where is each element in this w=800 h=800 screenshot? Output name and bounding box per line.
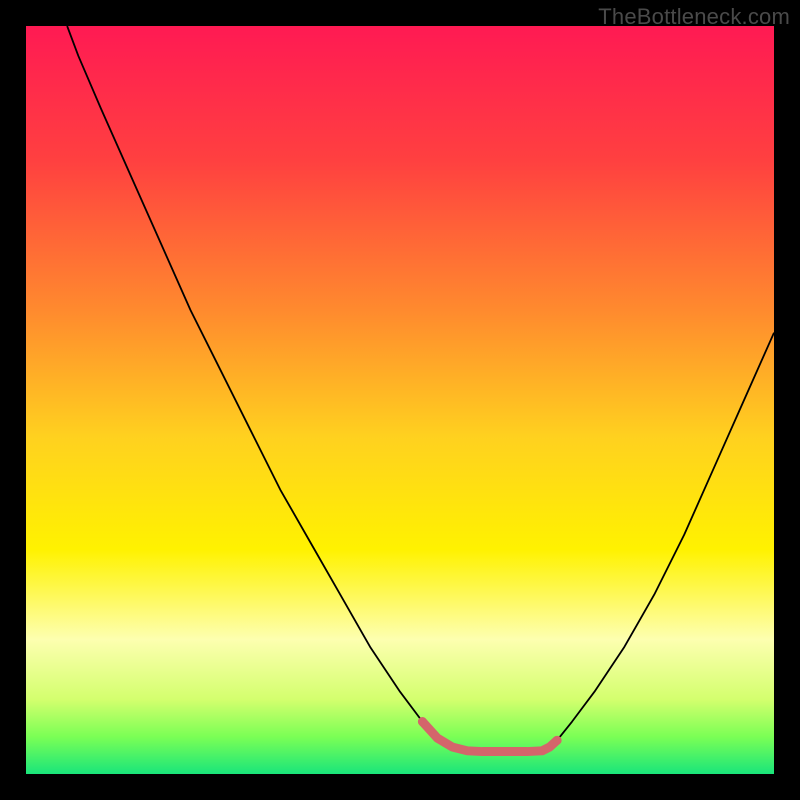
highlight-endpoint-1	[553, 736, 562, 745]
chart-frame: TheBottleneck.com	[0, 0, 800, 800]
gradient-background	[26, 26, 774, 774]
highlight-endpoint-0	[418, 717, 427, 726]
watermark-text: TheBottleneck.com	[598, 4, 790, 30]
chart-canvas	[26, 26, 774, 774]
plot-area	[26, 26, 774, 774]
